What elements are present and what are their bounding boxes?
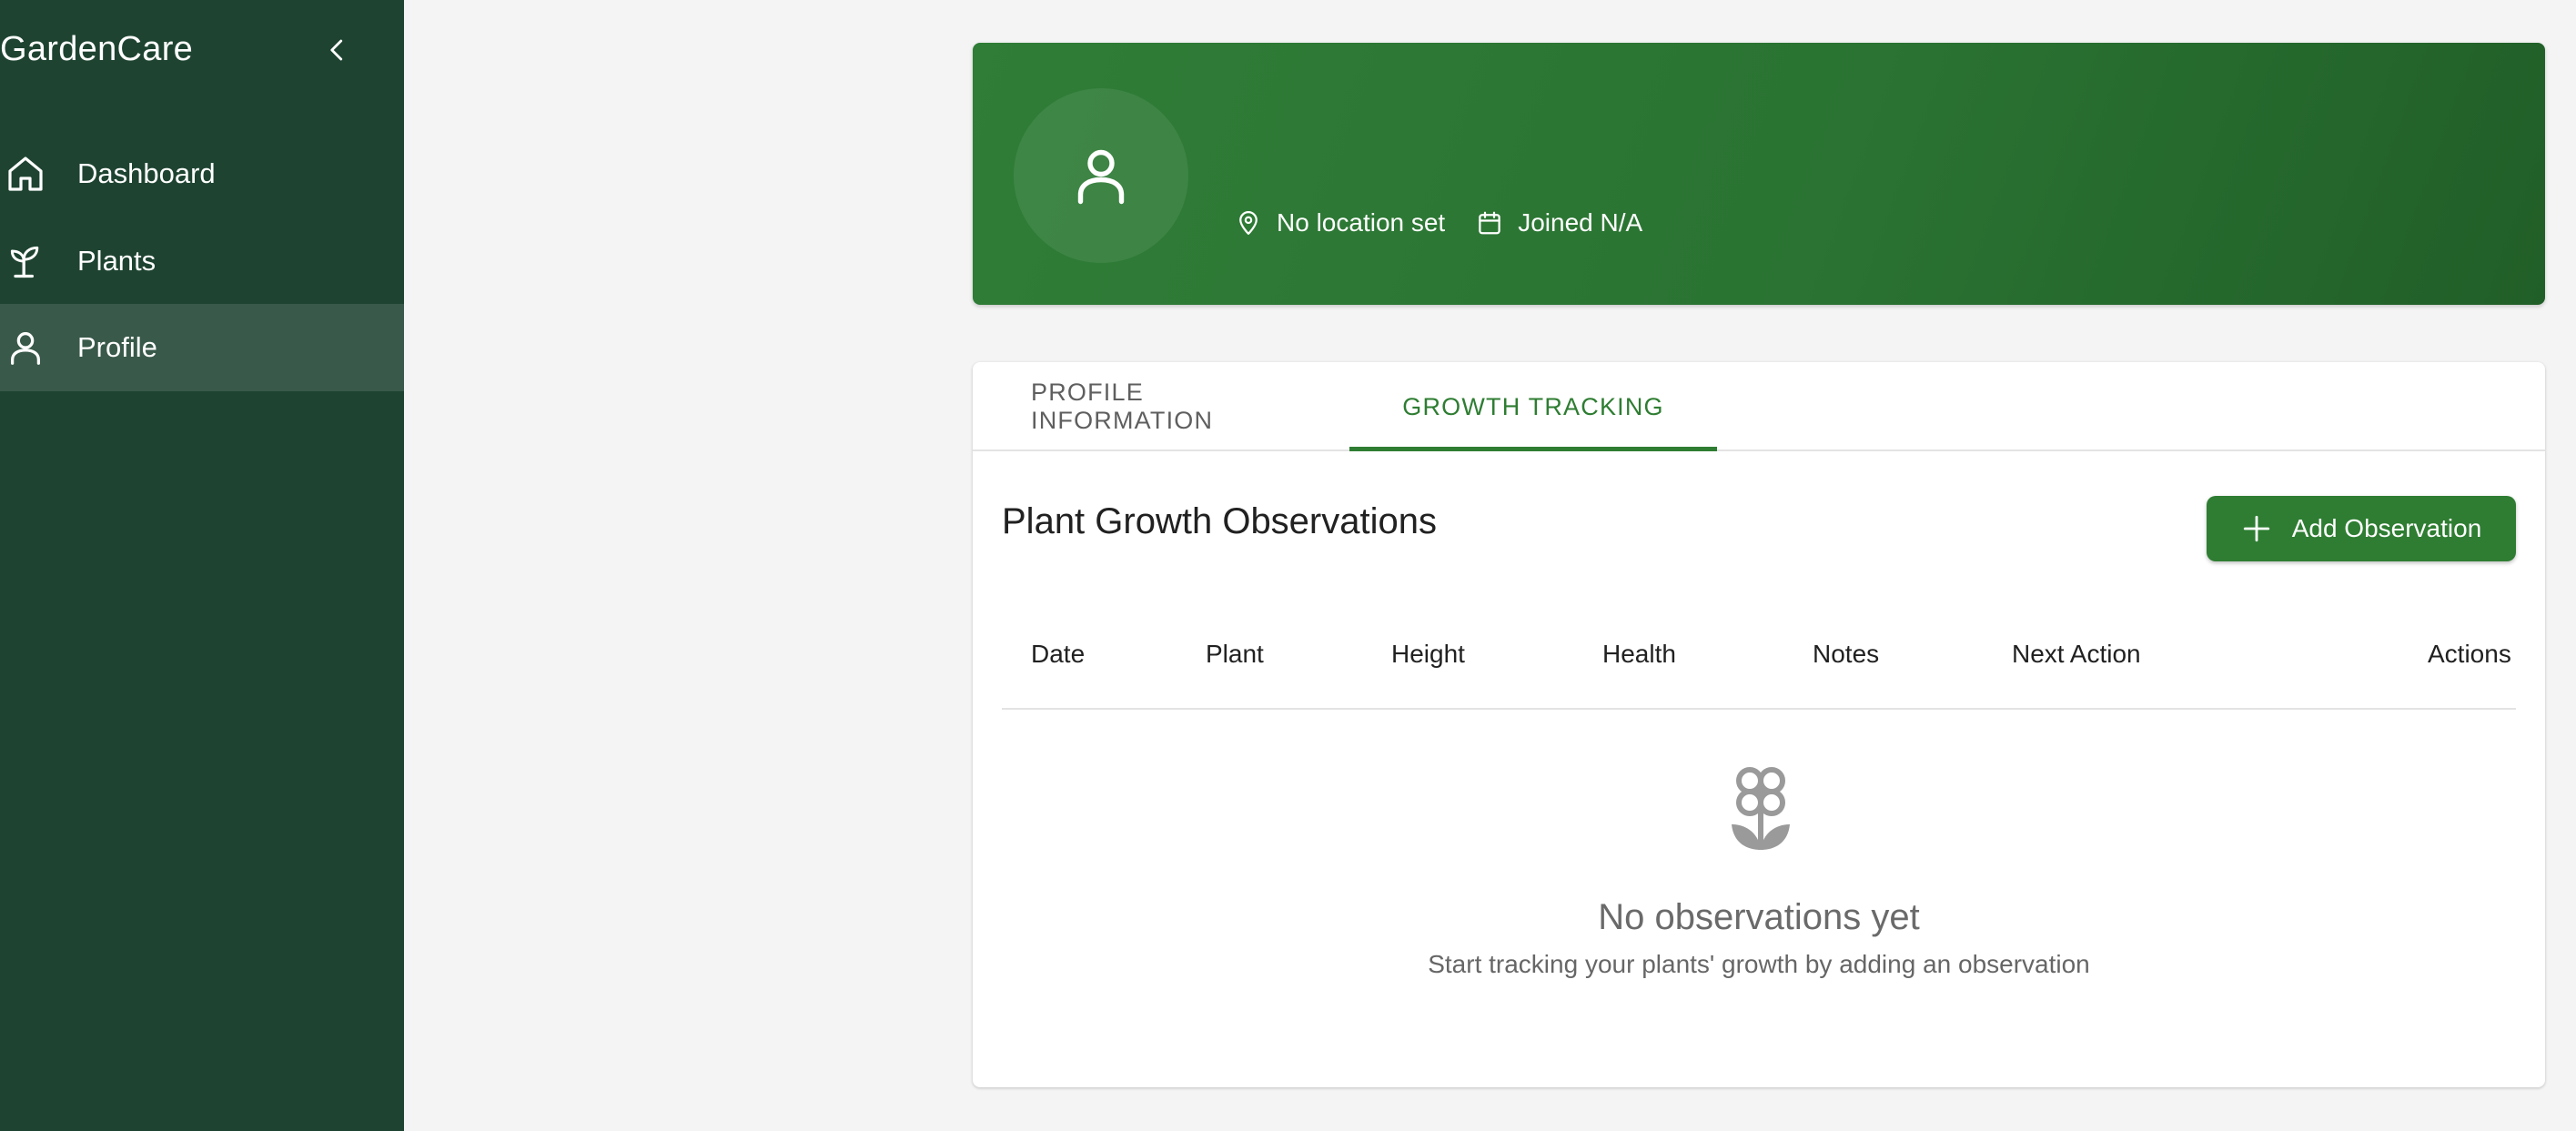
sidebar-item-dashboard[interactable]: Dashboard	[0, 130, 404, 217]
sidebar-item-plants[interactable]: Plants	[0, 217, 404, 305]
add-observation-label: Add Observation	[2291, 514, 2482, 542]
sidebar: GardenCare Dashboard Plants Profile	[0, 0, 404, 1131]
sidebar-item-label: Plants	[77, 245, 157, 277]
location-info: No location set	[1233, 207, 1445, 238]
person-icon	[2, 324, 49, 371]
app-root: GardenCare Dashboard Plants Profile No l…	[0, 0, 2576, 1131]
column-header-health[interactable]: Health	[1602, 626, 1676, 682]
active-tab-indicator	[1349, 447, 1717, 451]
section-title: Plant Growth Observations	[1002, 501, 1437, 541]
observations-table-header: Date Plant Height Health Notes Next Acti…	[1002, 626, 2516, 710]
add-observation-button[interactable]: Add Observation	[2207, 496, 2516, 561]
empty-state-subtitle: Start tracking your plants' growth by ad…	[1428, 950, 2090, 978]
column-header-date[interactable]: Date	[1031, 626, 1085, 682]
column-header-notes[interactable]: Notes	[1813, 626, 1879, 682]
sidebar-item-label: Dashboard	[77, 157, 216, 189]
collapse-sidebar-button[interactable]	[315, 27, 360, 73]
location-pin-icon	[1233, 207, 1264, 238]
brand-title: GardenCare	[0, 29, 194, 68]
profile-meta: No location set Joined N/A	[1233, 199, 1672, 247]
chevron-left-icon	[330, 39, 343, 61]
plus-icon	[2241, 513, 2272, 544]
profile-header-card: No location set Joined N/A	[973, 43, 2545, 305]
column-header-next-action[interactable]: Next Action	[2012, 626, 2141, 682]
profile-content-card: PROFILE INFORMATION GROWTH TRACKING Plan…	[973, 362, 2545, 1087]
avatar	[1014, 88, 1188, 263]
column-header-actions[interactable]: Actions	[2428, 626, 2511, 682]
tab-profile-information[interactable]: PROFILE INFORMATION	[1031, 362, 1324, 451]
joined-text: Joined N/A	[1518, 208, 1643, 237]
calendar-icon	[1474, 207, 1505, 238]
empty-state-title: No observations yet	[1598, 897, 1920, 937]
location-text: No location set	[1277, 208, 1446, 237]
home-icon	[2, 150, 49, 197]
sidebar-item-profile[interactable]: Profile	[0, 304, 404, 391]
person-icon	[1077, 149, 1125, 205]
column-header-height[interactable]: Height	[1391, 626, 1465, 682]
column-header-plant[interactable]: Plant	[1206, 626, 1264, 682]
flower-icon	[1732, 767, 1790, 850]
profile-tabs: PROFILE INFORMATION GROWTH TRACKING	[973, 362, 2545, 451]
sidebar-item-label: Profile	[77, 331, 157, 363]
joined-info: Joined N/A	[1474, 207, 1642, 238]
sprout-icon	[2, 237, 49, 285]
tab-growth-tracking[interactable]: GROWTH TRACKING	[1349, 362, 1717, 451]
